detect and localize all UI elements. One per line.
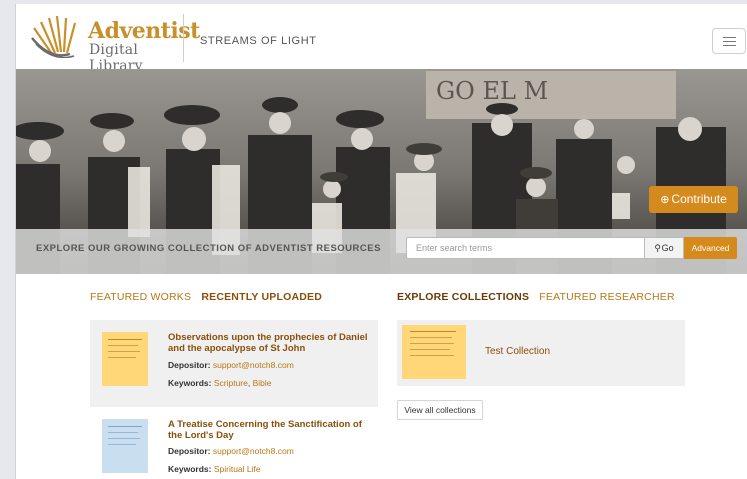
browser-viewport: Adventist Digital Library STREAMS OF LIG… — [15, 4, 747, 479]
work-keywords: Keywords: Spiritual Life — [168, 464, 261, 474]
work-card: A Treatise Concerning the Sanctification… — [90, 416, 378, 479]
tab-featured-works[interactable]: FEATURED WORKS — [90, 291, 191, 303]
collections-tabs: EXPLORE COLLECTIONS FEATURED RESEARCHER — [397, 291, 675, 303]
works-tabs: FEATURED WORKS RECENTLY UPLOADED — [90, 291, 322, 303]
work-thumbnail[interactable] — [102, 332, 148, 386]
contribute-button[interactable]: ⊕ Contribute — [649, 186, 738, 213]
collection-card: Test Collection — [397, 320, 685, 386]
sunburst-logo-icon — [31, 15, 77, 58]
header-divider — [183, 14, 184, 62]
keyword-link[interactable]: Bible — [253, 378, 272, 388]
depositor-label: Depositor: — [168, 360, 211, 370]
keyword-link[interactable]: Scripture — [214, 378, 248, 388]
hamburger-line-icon — [723, 41, 736, 42]
depositor-link[interactable]: support@notch8.com — [213, 446, 294, 456]
hamburger-line-icon — [723, 37, 736, 38]
contribute-label: Contribute — [671, 192, 727, 206]
work-title-link[interactable]: A Treatise Concerning the Sanctification… — [168, 419, 368, 441]
collection-thumbnail[interactable] — [402, 325, 466, 379]
tab-recently-uploaded[interactable]: RECENTLY UPLOADED — [201, 291, 322, 303]
site-header: Adventist Digital Library STREAMS OF LIG… — [16, 4, 747, 74]
view-all-collections-button[interactable]: View all collections — [397, 400, 483, 420]
keywords-label: Keywords: — [168, 464, 212, 474]
work-keywords: Keywords: Scripture, Bible — [168, 378, 272, 388]
hamburger-line-icon — [723, 45, 736, 46]
hamburger-menu-button[interactable] — [712, 28, 746, 54]
keyword-link[interactable]: Spiritual Life — [214, 464, 261, 474]
banner-sign-text: GO EL M — [436, 77, 548, 105]
work-title-link[interactable]: Observations upon the prophecies of Dani… — [168, 332, 368, 354]
upload-circle-icon: ⊕ — [660, 194, 670, 206]
tab-featured-researcher[interactable]: FEATURED RESEARCHER — [539, 291, 674, 303]
depositor-link[interactable]: support@notch8.com — [213, 360, 294, 370]
hero-banner: GO EL M ⊕ Contribute EXPLORE OUR GROWING… — [16, 69, 747, 274]
adventist-digital-library-logo[interactable]: Adventist Digital Library — [30, 12, 200, 74]
explore-tagline: EXPLORE OUR GROWING COLLECTION OF ADVENT… — [36, 243, 381, 254]
site-name: STREAMS OF LIGHT — [200, 35, 317, 47]
search-input[interactable]: Enter search terms — [406, 237, 646, 259]
go-label: Go — [661, 243, 674, 253]
work-depositor: Depositor: support@notch8.com — [168, 446, 294, 456]
depositor-label: Depositor: — [168, 446, 211, 456]
search-icon: ⚲ — [654, 243, 661, 253]
keywords-label: Keywords: — [168, 378, 212, 388]
advanced-search-button[interactable]: Advanced — [684, 237, 737, 259]
work-card: Observations upon the prophecies of Dani… — [90, 320, 378, 407]
work-depositor: Depositor: support@notch8.com — [168, 360, 294, 370]
tab-explore-collections[interactable]: EXPLORE COLLECTIONS — [397, 291, 529, 303]
collection-title-link[interactable]: Test Collection — [485, 346, 550, 357]
search-go-button[interactable]: ⚲ Go — [644, 237, 684, 259]
work-thumbnail[interactable] — [102, 419, 148, 473]
